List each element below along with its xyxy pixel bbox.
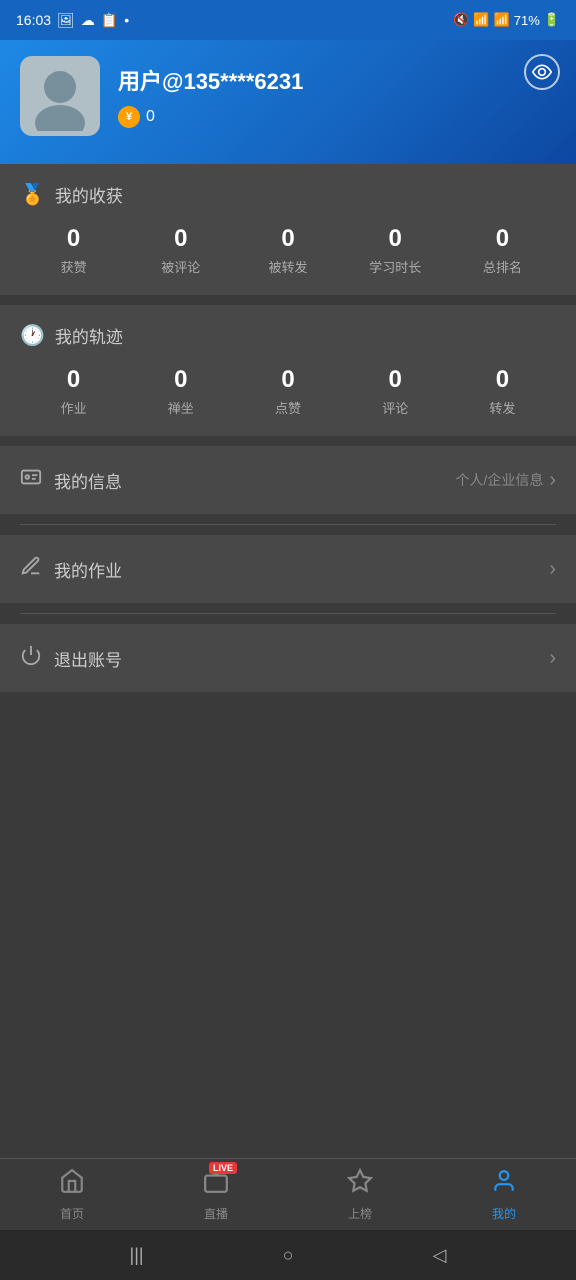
coins-row: ¥ 0 [118, 106, 556, 128]
divider-2 [20, 613, 556, 614]
achievements-grid: 0 获赞 0 被评论 0 被转发 0 学习时长 0 总排名 [20, 225, 556, 277]
info-right-label: 个人/企业信息 [455, 470, 543, 490]
signal-icon: 📶 [494, 12, 510, 28]
track-comments: 0 评论 [342, 366, 449, 418]
status-bar: 16:03 🖼 ☁ 📋 • 🔇 📶 📶 71% 🔋 [0, 0, 576, 40]
coin-icon: ¥ [118, 106, 140, 128]
status-left: 16:03 🖼 ☁ 📋 • [16, 12, 129, 29]
username: 用户@135****6231 [118, 64, 556, 96]
my-info-item[interactable]: 我的信息 个人/企业信息 › [0, 446, 576, 514]
info-right: 个人/企业信息 › [455, 469, 556, 492]
stat-study-time: 0 学习时长 [342, 225, 449, 277]
status-right: 🔇 📶 📶 71% 🔋 [453, 12, 560, 28]
homework-chevron: › [549, 558, 556, 581]
info-icon [20, 466, 42, 494]
logout-content: 退出账号 [20, 644, 535, 672]
bottom-nav: 首页 LIVE 直播 上榜 我的 [0, 1158, 576, 1230]
logout-item[interactable]: 退出账号 › [0, 624, 576, 692]
nav-ranking[interactable]: 上榜 [288, 1168, 432, 1222]
homework-icon [20, 555, 42, 583]
logout-icon [20, 644, 42, 672]
mute-icon: 🔇 [453, 12, 469, 28]
my-track-section: 🕐 我的轨迹 0 作业 0 禅坐 0 点赞 0 评论 0 转发 [0, 305, 576, 436]
track-reposts: 0 转发 [449, 366, 556, 418]
nav-home[interactable]: 首页 [0, 1168, 144, 1222]
track-title: 🕐 我的轨迹 [20, 323, 556, 348]
ranking-label: 上榜 [348, 1205, 372, 1222]
logout-chevron: › [549, 647, 556, 670]
wifi-icon: 📶 [473, 12, 489, 28]
status-time: 16:03 [16, 12, 51, 28]
live-badge: LIVE [209, 1162, 237, 1174]
track-likes: 0 点赞 [234, 366, 341, 418]
home-icon [59, 1168, 85, 1201]
nav-live[interactable]: LIVE 直播 [144, 1168, 288, 1222]
track-icon: 🕐 [20, 323, 45, 348]
status-weather-icon: ☁ [81, 12, 95, 29]
live-label: 直播 [204, 1205, 228, 1222]
logout-label: 退出账号 [54, 646, 122, 671]
recent-apps-btn[interactable]: ||| [130, 1245, 144, 1266]
track-meditation: 0 禅坐 [127, 366, 234, 418]
achievements-title: 🏅 我的收获 [20, 182, 556, 207]
homework-content: 我的作业 [20, 555, 535, 583]
divider-1 [20, 524, 556, 525]
battery-icon: 🔋 [544, 12, 560, 28]
my-homework-item[interactable]: 我的作业 › [0, 535, 576, 603]
avatar[interactable] [20, 56, 100, 136]
info-label: 我的信息 [54, 468, 122, 493]
ranking-icon [347, 1168, 373, 1201]
track-grid: 0 作业 0 禅坐 0 点赞 0 评论 0 转发 [20, 366, 556, 418]
mine-icon [491, 1168, 517, 1201]
stat-reposts: 0 被转发 [234, 225, 341, 277]
home-label: 首页 [60, 1205, 84, 1222]
my-achievements-section: 🏅 我的收获 0 获赞 0 被评论 0 被转发 0 学习时长 0 总排名 [0, 164, 576, 295]
nav-mine[interactable]: 我的 [432, 1168, 576, 1222]
homework-label: 我的作业 [54, 557, 122, 582]
achievements-icon: 🏅 [20, 182, 45, 207]
status-dot: • [124, 12, 129, 28]
my-info-content: 我的信息 [20, 466, 441, 494]
profile-info: 用户@135****6231 ¥ 0 [118, 64, 556, 128]
stat-likes: 0 获赞 [20, 225, 127, 277]
stat-comments: 0 被评论 [127, 225, 234, 277]
info-chevron: › [549, 469, 556, 492]
status-app-icon: 📋 [101, 12, 118, 29]
camera-button[interactable] [524, 54, 560, 90]
mine-label: 我的 [492, 1205, 516, 1222]
profile-header: 用户@135****6231 ¥ 0 [0, 40, 576, 164]
back-btn[interactable]: ◁ [433, 1245, 447, 1266]
track-homework: 0 作业 [20, 366, 127, 418]
stat-ranking: 0 总排名 [449, 225, 556, 277]
avatar-icon [25, 61, 95, 131]
home-btn[interactable]: ○ [283, 1245, 294, 1266]
status-photo-icon: 🖼 [57, 12, 75, 29]
coins-value: 0 [146, 108, 155, 126]
battery-percent: 71% [514, 13, 540, 28]
live-icon: LIVE [203, 1168, 229, 1201]
gesture-bar: ||| ○ ◁ [0, 1230, 576, 1280]
